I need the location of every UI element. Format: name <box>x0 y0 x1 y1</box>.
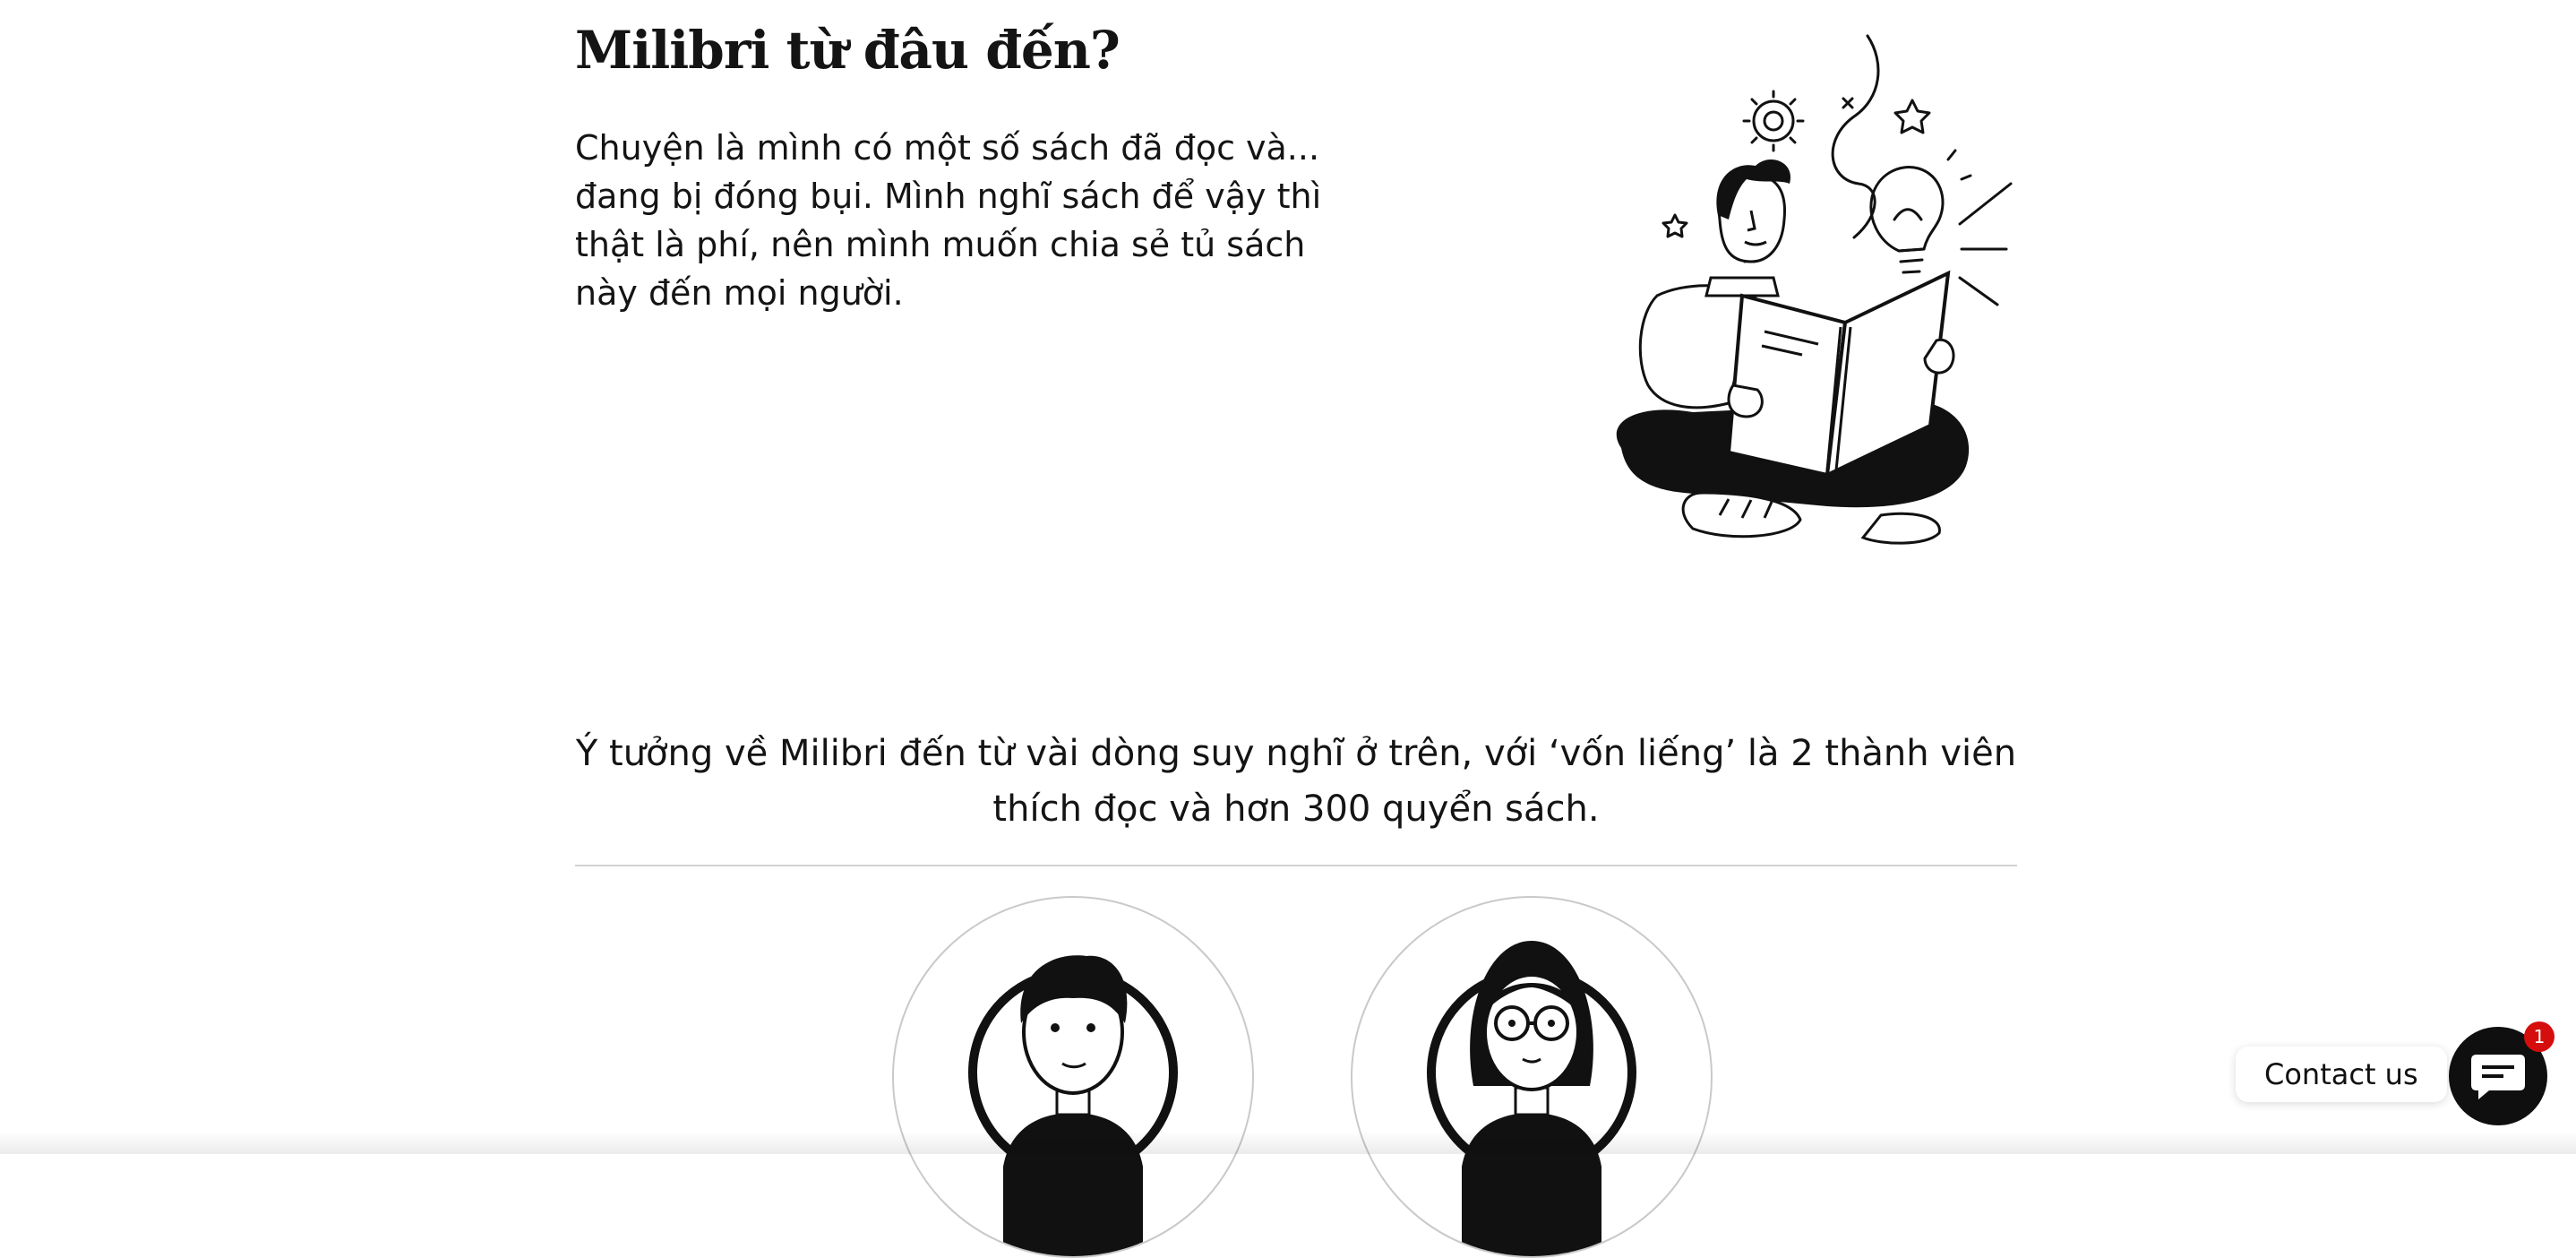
contact-us-label[interactable]: Contact us <box>2236 1047 2447 1102</box>
notification-badge: 1 <box>2524 1021 2555 1052</box>
chat-icon <box>2471 1055 2525 1099</box>
divider <box>575 865 2017 866</box>
intro-paragraph: Chuyện là mình có một số sách đã đọc và.… <box>575 128 1322 313</box>
section-title: Milibri từ đâu đến? <box>575 20 1121 81</box>
idea-statement: Ý tưởng về Milibri đến từ vài dòng suy n… <box>575 733 2017 830</box>
member-avatar-female <box>1351 896 1713 1258</box>
member-avatar-male <box>892 896 1254 1258</box>
reading-man-illustration <box>1616 34 2013 545</box>
bottom-shadow <box>0 1131 2576 1154</box>
